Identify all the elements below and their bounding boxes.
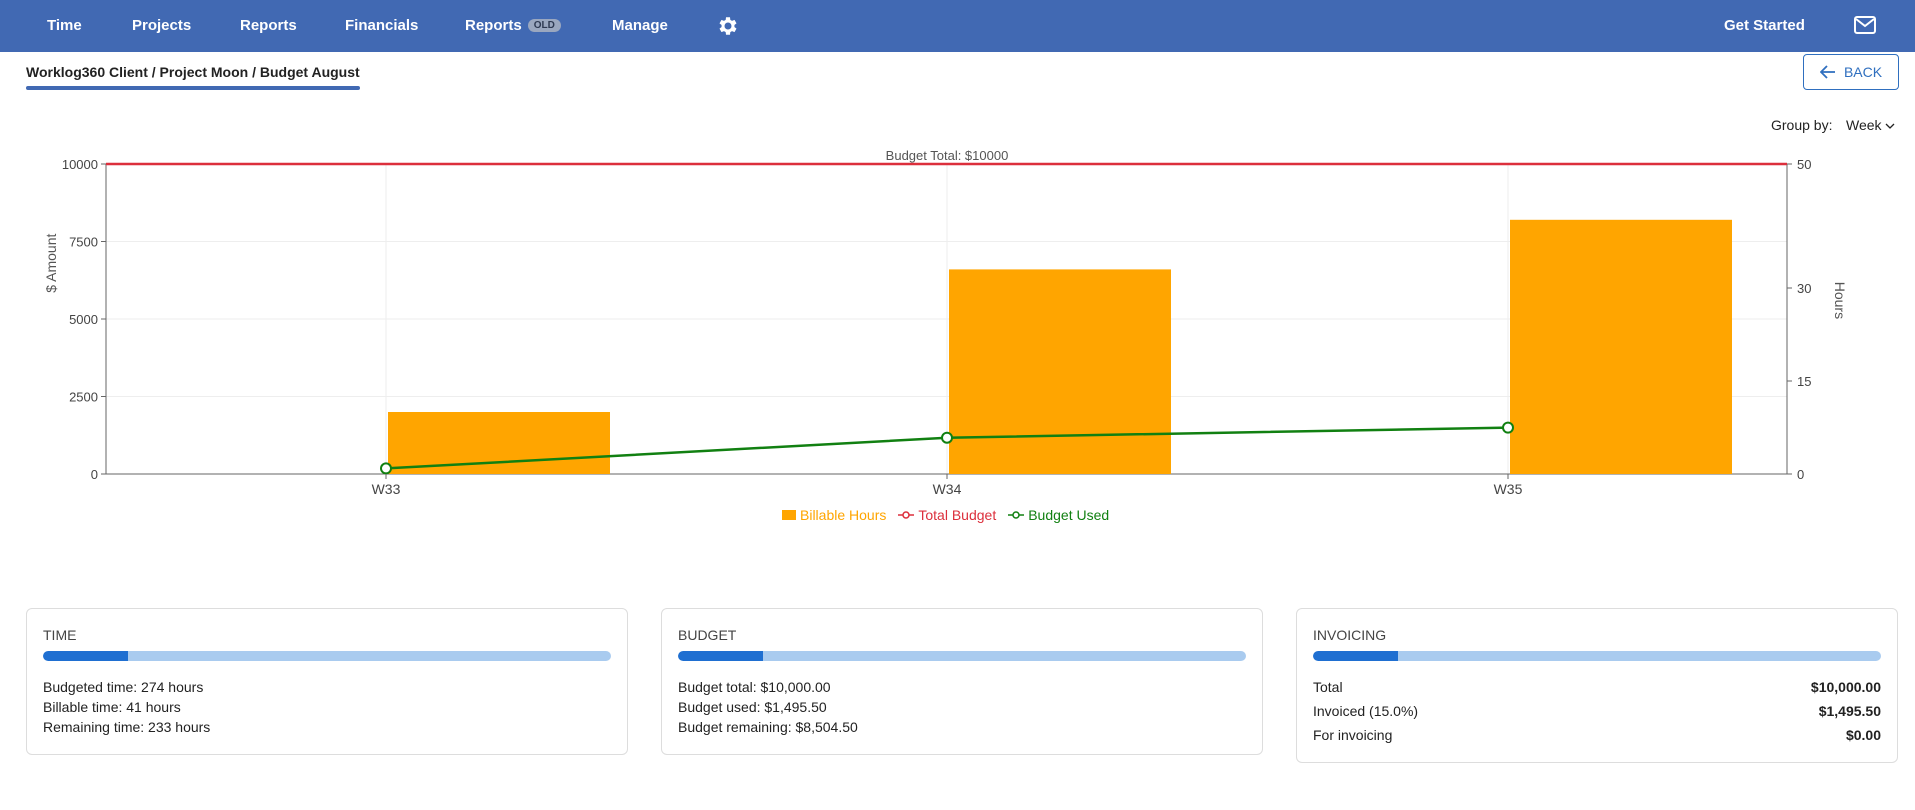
chevron-down-icon — [1885, 123, 1895, 129]
gear-icon[interactable] — [716, 14, 740, 38]
legend-budget-used[interactable]: Budget Used — [1008, 507, 1109, 523]
back-button[interactable]: BACK — [1803, 54, 1899, 90]
bar-billable-hours — [949, 269, 1171, 474]
time-progress-fill — [43, 651, 129, 661]
legend-total-budget[interactable]: Total Budget — [898, 507, 996, 523]
time-remaining: Remaining time: 233 hours — [43, 719, 211, 735]
group-by-value: Week — [1846, 117, 1882, 133]
invoicing-total-label: Total — [1313, 679, 1343, 695]
ytick-left-label: 0 — [91, 467, 98, 482]
ytick-left-label: 10000 — [62, 157, 98, 172]
invoicing-total-row: Total $10,000.00 — [1313, 677, 1881, 697]
xtick-label: W35 — [1494, 481, 1523, 497]
budget-card-title: BUDGET — [678, 627, 737, 643]
xtick-label: W33 — [372, 481, 401, 497]
bar-billable-hours — [388, 412, 610, 474]
ytick-right-label: 15 — [1797, 374, 1811, 389]
time-card-title: TIME — [43, 627, 77, 643]
legend-billable-hours[interactable]: Billable Hours — [782, 507, 886, 523]
legend-billable-label: Billable Hours — [800, 507, 887, 523]
invoicing-card-title: INVOICING — [1313, 627, 1387, 643]
time-card: TIME Budgeted time: 274 hours Billable t… — [26, 608, 628, 755]
legend-line-swatch-used — [1008, 511, 1025, 519]
legend-line-swatch-total — [898, 511, 915, 519]
invoicing-card: INVOICING Total $10,000.00 Invoiced (15.0… — [1296, 608, 1898, 763]
group-by-label: Group by: — [1771, 117, 1833, 133]
budget-progress — [678, 651, 1246, 661]
ylabel-left: $ Amount — [43, 234, 59, 293]
budget-chart: 0 2500 5000 7500 10000 0 15 30 50 Budget Total: $… — [43, 148, 1848, 497]
ytick-right-label: 50 — [1797, 157, 1811, 172]
invoicing-pending-value: $0.00 — [1845, 727, 1881, 743]
ytick-right-label: 0 — [1797, 467, 1804, 482]
nav-time[interactable]: Time — [47, 17, 82, 34]
breadcrumb: Worklog360 Client / Project Moon / Budge… — [26, 64, 360, 80]
ytick-left-label: 7500 — [69, 235, 98, 250]
nav-reports-old[interactable]: Reports OLD — [465, 17, 561, 34]
back-button-label: BACK — [1843, 64, 1883, 80]
nav-reports[interactable]: Reports — [240, 17, 297, 34]
nav-reports-old-label: Reports — [465, 17, 522, 34]
top-navbar: Time Projects Reports Financials Reports… — [0, 0, 1915, 52]
group-by-select[interactable]: Week — [1846, 117, 1895, 133]
point-budget-used — [941, 431, 953, 444]
mail-icon[interactable] — [1854, 16, 1876, 34]
budget-remaining: Budget remaining: $8,504.50 — [678, 719, 858, 735]
nav-projects[interactable]: Projects — [132, 17, 191, 34]
invoicing-progress — [1313, 651, 1881, 661]
point-budget-used — [380, 462, 392, 475]
point-budget-used — [1502, 421, 1514, 434]
legend-bar-swatch — [782, 510, 796, 520]
time-billable: Billable time: 41 hours — [43, 699, 181, 715]
xtick-label: W34 — [933, 481, 962, 497]
invoicing-invoiced-row: Invoiced (15.0%) $1,495.50 — [1313, 701, 1881, 721]
ytick-right-label: 30 — [1797, 281, 1811, 296]
time-progress — [43, 651, 611, 661]
nav-financials[interactable]: Financials — [345, 17, 418, 34]
budget-card: BUDGET Budget total: $10,000.00 Budget u… — [661, 608, 1263, 755]
invoicing-pending-label: For invoicing — [1313, 727, 1393, 743]
legend-total-label: Total Budget — [918, 507, 997, 523]
budget-total-annotation: Budget Total: $10000 — [886, 148, 1009, 163]
ylabel-right: Hours — [1832, 282, 1848, 319]
budget-used: Budget used: $1,495.50 — [678, 699, 827, 715]
arrow-left-icon — [1819, 65, 1835, 79]
chart-legend: Billable Hours Total Budget Budget Used — [782, 507, 1109, 523]
invoicing-invoiced-value: $1,495.50 — [1818, 703, 1881, 719]
ytick-left-label: 5000 — [69, 312, 98, 327]
legend-used-label: Budget Used — [1028, 507, 1110, 523]
bar-billable-hours — [1510, 219, 1732, 474]
budget-progress-fill — [678, 651, 764, 661]
nav-manage[interactable]: Manage — [612, 17, 668, 34]
time-budgeted: Budgeted time: 274 hours — [43, 679, 204, 695]
invoicing-total-value: $10,000.00 — [1810, 679, 1881, 695]
old-badge: OLD — [527, 19, 561, 32]
invoicing-invoiced-label: Invoiced (15.0%) — [1313, 703, 1419, 719]
breadcrumb-underline — [26, 86, 360, 90]
budget-total: Budget total: $10,000.00 — [678, 679, 831, 695]
get-started-link[interactable]: Get Started — [1724, 17, 1805, 34]
ytick-left-label: 2500 — [69, 390, 98, 405]
invoicing-pending-row: For invoicing $0.00 — [1313, 725, 1881, 745]
invoicing-progress-fill — [1313, 651, 1399, 661]
